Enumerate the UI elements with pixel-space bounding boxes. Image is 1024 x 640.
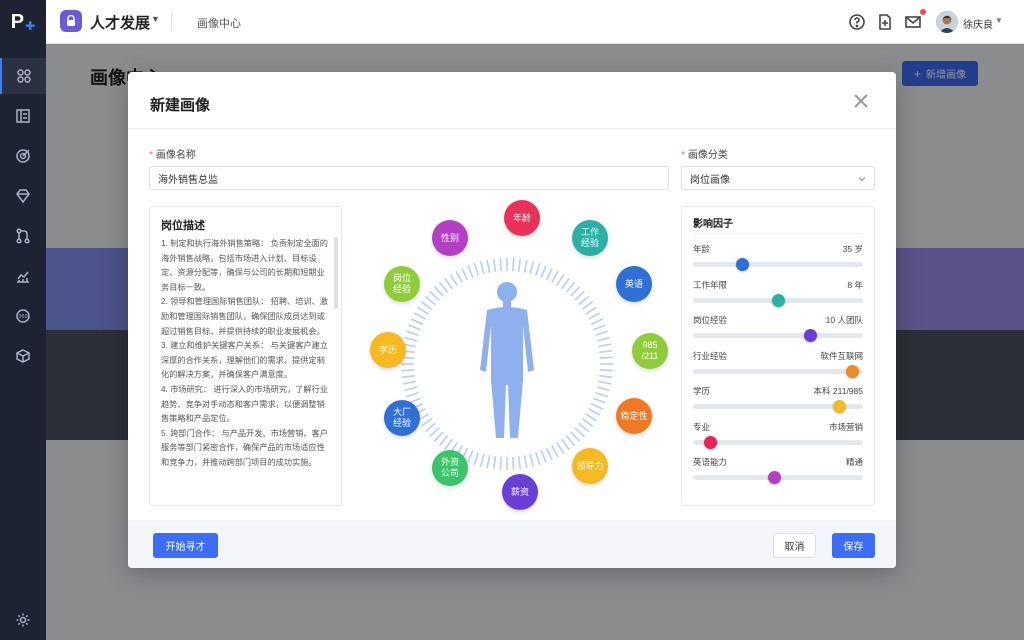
factor-slider-track[interactable] <box>693 333 863 338</box>
job-description-panel[interactable]: 岗位描述 1. 制定和执行海外销售策略： 负责制定全面的海外销售战略，包括市场进… <box>149 206 342 506</box>
influence-factor-panel: 影响因子 年龄 35 岁工作年限 8 年岗位经验 10 人团队行业经验 软件互联网学历 本… <box>681 206 875 506</box>
factor-bubble[interactable]: 薪资 <box>502 474 538 510</box>
factor-bubble[interactable]: 性别 <box>432 220 468 256</box>
svg-text:360: 360 <box>18 314 28 320</box>
job-description-text: 1. 制定和执行海外销售策略： 负责制定全面的海外销售战略，包括市场进入计划、目… <box>161 237 329 471</box>
factor-row: 年龄 35 岁 <box>693 243 863 273</box>
notification-dot <box>920 9 926 15</box>
factor-value: 市场营销 <box>828 421 863 432</box>
factor-bubble[interactable]: 学历 <box>370 332 406 368</box>
close-icon[interactable] <box>852 92 870 110</box>
dialog-title: 新建画像 <box>150 97 211 114</box>
factor-slider-knob[interactable] <box>846 364 860 378</box>
factor-row: 行业经验 软件互联网 <box>693 350 863 380</box>
factor-slider-knob[interactable] <box>703 435 717 449</box>
factor-row: 学历 本科 211/985 <box>693 385 863 415</box>
app-logo[interactable]: P ✚ <box>0 0 46 44</box>
user-avatar[interactable] <box>936 11 958 33</box>
factor-slider-knob[interactable] <box>735 258 749 271</box>
nav-cube-icon[interactable] <box>0 338 46 374</box>
new-profile-dialog: 新建画像 * 画像名称 海外销售总监 * 画像分类 岗位画像 岗位描述 1. 制定和… <box>128 72 896 568</box>
nav-list-icon[interactable] <box>0 98 46 134</box>
factor-value: 10 人团队 <box>825 315 863 325</box>
factor-label: 工作年限 <box>693 279 728 290</box>
profile-name-input[interactable]: 海外销售总监 <box>149 166 669 190</box>
factor-bubble[interactable]: 英语 <box>616 266 652 302</box>
factor-label: 英语能力 <box>693 457 728 467</box>
factor-row: 岗位经验 10 人团队 <box>693 314 863 344</box>
factor-label: 学历 <box>693 386 711 396</box>
desc-paragraph: 5. 跨部门合作： 与产品开发、市场营销、客户服务等部门紧密合作，确保产品的市场… <box>161 428 328 467</box>
factor-slider-track[interactable] <box>693 368 863 374</box>
app-badge-icon[interactable] <box>60 10 82 32</box>
user-name[interactable]: 徐庆良 <box>963 16 993 31</box>
factor-value: 软件互联网 <box>820 350 863 361</box>
cancel-button[interactable]: 取消 <box>773 533 816 558</box>
mail-icon[interactable] <box>904 13 922 31</box>
logo-plus-icon: ✚ <box>25 19 36 33</box>
factor-value: 8 年 <box>847 279 863 290</box>
factor-row: 工作年限 8 年 <box>693 279 863 309</box>
factor-slider-knob[interactable] <box>832 400 846 413</box>
factor-value: 本科 211/985 <box>813 386 863 396</box>
factor-bubble[interactable]: 大厂 经验 <box>384 400 420 436</box>
factor-label: 年龄 <box>693 244 711 254</box>
factor-slider-track[interactable] <box>693 262 863 267</box>
factor-bubble[interactable]: 领导力 <box>572 448 608 484</box>
dialog-footer: 开始寻才 取消 保存 <box>128 520 896 568</box>
save-button[interactable]: 保存 <box>832 533 875 558</box>
scrollbar[interactable] <box>334 237 338 309</box>
factor-slider-knob[interactable] <box>768 471 782 484</box>
factor-row: 专业 市场营销 <box>693 421 863 451</box>
start-search-button[interactable]: 开始寻才 <box>153 533 218 558</box>
factor-row: 英语能力 精通 <box>693 456 863 486</box>
factor-value: 精通 <box>845 457 863 467</box>
factor-label: 岗位经验 <box>693 315 728 325</box>
factor-label: 专业 <box>693 421 711 432</box>
nav-chart-icon[interactable] <box>0 258 46 294</box>
nav-dashboard-icon[interactable] <box>0 58 46 94</box>
divider <box>693 233 861 234</box>
nav-settings-icon[interactable] <box>0 602 46 638</box>
breadcrumb[interactable]: 画像中心 <box>197 15 241 31</box>
factor-bubble[interactable]: 岗位 经验 <box>384 266 420 302</box>
factor-label: 行业经验 <box>693 350 728 361</box>
top-bar: 人才发展 ▼ 画像中心 徐庆良 ▼ <box>46 0 1024 44</box>
factor-bubble[interactable]: 工作 经验 <box>572 220 608 256</box>
nav-360-icon[interactable]: 360 <box>0 298 46 334</box>
desc-paragraph: 2. 领导和管理国际销售团队： 招聘、培训、激励和管理国际销售团队，确保团队成员… <box>161 297 328 336</box>
desc-paragraph: 4. 市场研究： 进行深入的市场研究，了解行业趋势、竞争对手动态和客户需求，以便… <box>161 384 328 424</box>
influence-factor-title: 影响因子 <box>693 219 733 230</box>
user-menu-caret-icon[interactable]: ▼ <box>995 16 1003 25</box>
factor-slider-track[interactable] <box>693 439 863 445</box>
factor-slider-knob[interactable] <box>771 293 785 307</box>
nav-flow-icon[interactable] <box>0 218 46 254</box>
name-label: * 画像名称 <box>149 150 196 161</box>
factor-bubble[interactable]: 985/211 <box>632 333 668 369</box>
factor-bubble[interactable]: 年龄 <box>504 200 540 236</box>
factor-value: 35 岁 <box>842 244 863 254</box>
job-description-title: 岗位描述 <box>161 220 205 232</box>
desc-paragraph: 1. 制定和执行海外销售策略： 负责制定全面的海外销售战略，包括市场进入计划、目… <box>161 239 328 292</box>
factor-bubble[interactable]: 稳定性 <box>616 398 652 434</box>
factor-slider-knob[interactable] <box>803 329 817 342</box>
profile-category-select[interactable]: 岗位画像 <box>681 166 875 190</box>
category-value: 岗位画像 <box>690 174 730 186</box>
nav-target-icon[interactable] <box>0 138 46 174</box>
profile-figure: 年龄 工作 经验 英语 985/211 稳定性 领导力 薪资 外资 公司 大厂 经验 学历 岗位 经验 性别 <box>342 200 672 516</box>
category-label: * 画像分类 <box>681 150 728 161</box>
desc-paragraph: 3. 建立和维护关键客户关系： 与关键客户建立深厚的合作关系，理解他们的需求，提… <box>161 341 328 380</box>
dialog-header: 新建画像 <box>128 72 896 129</box>
help-icon[interactable] <box>848 13 866 31</box>
new-document-icon[interactable] <box>876 13 894 31</box>
app-switch-caret-icon[interactable]: ▼ <box>151 14 160 24</box>
logo-letter: P <box>10 10 25 33</box>
nav-diamond-icon[interactable] <box>0 178 46 214</box>
factor-bubble[interactable]: 外资 公司 <box>432 450 468 486</box>
left-sidebar: P ✚ 360 <box>0 0 46 640</box>
chevron-down-icon <box>858 177 866 182</box>
app-title[interactable]: 人才发展 <box>90 12 150 33</box>
divider <box>171 13 172 31</box>
